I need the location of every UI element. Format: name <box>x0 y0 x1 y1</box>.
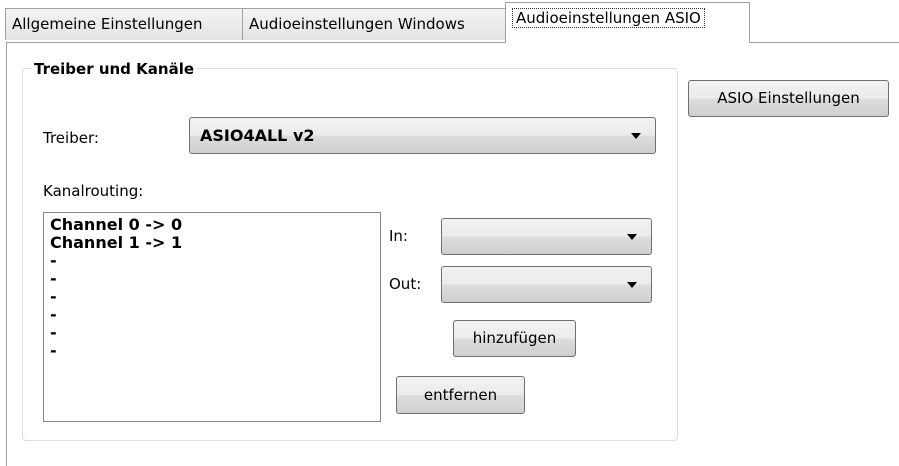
tab-label: Audioeinstellungen Windows <box>249 15 465 33</box>
tab-audio-windows[interactable]: Audioeinstellungen Windows <box>242 8 506 40</box>
tab-strip: Allgemeine Einstellungen Audioeinstellun… <box>0 0 899 44</box>
in-label: In: <box>389 227 408 245</box>
driver-dropdown[interactable]: ASIO4ALL v2 <box>189 117 656 154</box>
remove-button[interactable]: entfernen <box>396 376 525 414</box>
list-item[interactable]: - <box>50 288 380 306</box>
tab-general-settings[interactable]: Allgemeine Einstellungen <box>5 8 243 40</box>
list-item[interactable]: - <box>50 342 380 360</box>
channel-routing-label: Kanalrouting: <box>43 182 144 200</box>
in-dropdown[interactable] <box>441 218 652 255</box>
list-item[interactable]: - <box>50 324 380 342</box>
out-label: Out: <box>389 275 422 293</box>
chevron-down-icon <box>627 234 637 240</box>
out-dropdown[interactable] <box>441 266 652 303</box>
list-item[interactable]: - <box>50 306 380 324</box>
driver-label: Treiber: <box>43 129 99 147</box>
driver-value: ASIO4ALL v2 <box>200 126 315 145</box>
asio-settings-button[interactable]: ASIO Einstellungen <box>688 80 889 117</box>
add-button[interactable]: hinzufügen <box>453 320 576 357</box>
chevron-down-icon <box>631 133 641 139</box>
tab-label: Audioeinstellungen ASIO <box>512 8 705 28</box>
list-item[interactable]: Channel 0 -> 0 <box>50 216 380 234</box>
tab-label: Allgemeine Einstellungen <box>12 15 203 33</box>
list-item[interactable]: - <box>50 252 380 270</box>
chevron-down-icon <box>627 282 637 288</box>
list-item[interactable]: Channel 1 -> 1 <box>50 234 380 252</box>
channel-routing-list[interactable]: Channel 0 -> 0 Channel 1 -> 1 - - - - - … <box>43 212 381 422</box>
list-item[interactable]: - <box>50 270 380 288</box>
tab-audio-asio[interactable]: Audioeinstellungen ASIO <box>505 2 750 43</box>
group-title: Treiber und Kanäle <box>32 60 197 78</box>
